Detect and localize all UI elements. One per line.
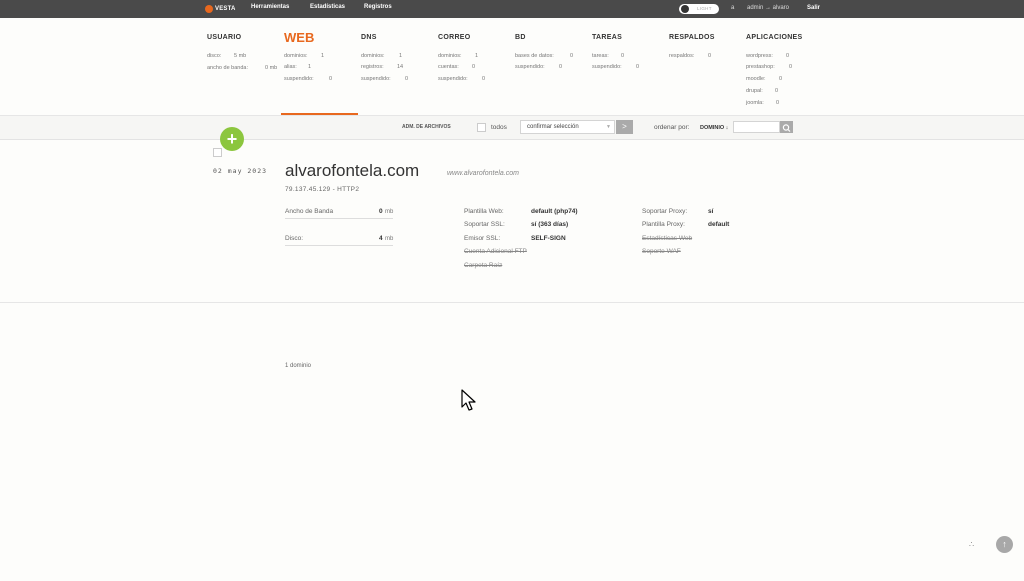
proxy-value: sí bbox=[708, 208, 714, 215]
chevron-down-icon: ▼ bbox=[606, 124, 611, 130]
menu-stat: disco: 5 mb bbox=[207, 53, 247, 59]
logout-link[interactable]: Salir bbox=[807, 5, 820, 11]
disk-unit: mb bbox=[385, 236, 394, 242]
search-input[interactable] bbox=[733, 121, 780, 133]
nav-estadisticas[interactable]: Estadísticas bbox=[310, 4, 345, 10]
menu-stat: suspendido: 0 bbox=[592, 64, 640, 70]
select-all-label: todos bbox=[491, 124, 507, 131]
search-button[interactable] bbox=[780, 121, 793, 133]
menu-stat: drupal: 0 bbox=[746, 88, 779, 94]
domain-count: 1 dominio bbox=[285, 363, 312, 369]
domain-alias: www.alvarofontela.com bbox=[447, 170, 519, 177]
user-initial[interactable]: a bbox=[731, 5, 734, 11]
menu-usuario[interactable]: USUARIO bbox=[207, 34, 241, 41]
top-bar bbox=[0, 0, 1024, 18]
disk-value: 4 bbox=[379, 235, 383, 242]
sort-dropdown[interactable]: DOMINIO ↓ bbox=[700, 125, 728, 131]
add-domain-button[interactable]: + bbox=[220, 127, 244, 151]
menu-stat: dominios: 1 bbox=[361, 53, 403, 59]
menu-stat: joomla: 0 bbox=[746, 100, 780, 106]
search-icon bbox=[782, 124, 791, 132]
menu-stat: bases de datos: 0 bbox=[515, 53, 574, 59]
apply-button[interactable]: > bbox=[616, 120, 633, 134]
ssl-issuer-value: SELF-SIGN bbox=[531, 235, 566, 242]
menu-stat: alias: 1 bbox=[284, 64, 312, 70]
domain-ip: 79.137.45.129 - HTTP2 bbox=[285, 186, 360, 193]
ssl-value: sí (363 días) bbox=[531, 221, 569, 228]
menu-stat: moodle: 0 bbox=[746, 76, 783, 82]
row-checkbox[interactable] bbox=[213, 148, 222, 157]
nav-herramientas[interactable]: Herramientas bbox=[251, 4, 289, 10]
menu-dns[interactable]: DNS bbox=[361, 34, 377, 41]
select-all-checkbox[interactable] bbox=[477, 123, 486, 132]
vesta-logo[interactable]: VESTA bbox=[205, 4, 236, 14]
root-folder-label: Carpeta Raíz bbox=[464, 262, 503, 269]
menu-stat: ancho de banda: 0 mb bbox=[207, 65, 278, 71]
dots-icon[interactable]: ∴ bbox=[969, 540, 974, 549]
theme-toggle-label: LIGHT bbox=[697, 6, 712, 11]
menu-stat: suspendido: 0 bbox=[438, 76, 486, 82]
logo-icon bbox=[205, 5, 213, 13]
waf-label: Soporte WAF bbox=[642, 248, 681, 255]
scroll-top-button[interactable]: ↑ bbox=[996, 536, 1013, 553]
menu-stat: respaldos: 0 bbox=[669, 53, 712, 59]
toggle-knob-icon bbox=[681, 5, 689, 13]
ssl-label: Soportar SSL: bbox=[464, 221, 505, 228]
menu-bd[interactable]: BD bbox=[515, 34, 526, 41]
sort-label: ordenar por: bbox=[654, 124, 690, 131]
bulk-action-select[interactable]: confirmar selección bbox=[520, 120, 615, 134]
menu-tareas[interactable]: TAREAS bbox=[592, 34, 622, 41]
menu-stat: dominios: 1 bbox=[438, 53, 479, 59]
menu-stat: wordpress: 0 bbox=[746, 53, 790, 59]
menu-stat: suspendido: 0 bbox=[515, 64, 563, 70]
ftp-account-label: Cuenta Adicional FTP bbox=[464, 248, 527, 255]
menu-web[interactable]: WEB bbox=[284, 30, 314, 45]
toolbar bbox=[0, 116, 1024, 140]
menu-stat: suspendido: 0 bbox=[361, 76, 409, 82]
menu-stat: prestashop: 0 bbox=[746, 64, 793, 70]
menu-stat: dominios: 1 bbox=[284, 53, 325, 59]
nav-registros[interactable]: Registros bbox=[364, 4, 392, 10]
domain-name[interactable]: alvarofontela.com bbox=[285, 161, 419, 181]
bandwidth-label: Ancho de Banda bbox=[285, 208, 334, 215]
proxy-template-label: Plantilla Proxy: bbox=[642, 221, 685, 228]
divider bbox=[285, 218, 393, 219]
proxy-template-value: default bbox=[708, 221, 730, 228]
proxy-label: Soportar Proxy: bbox=[642, 208, 688, 215]
menu-stat: tareas: 0 bbox=[592, 53, 625, 59]
menu-correo[interactable]: CORREO bbox=[438, 34, 471, 41]
ssl-issuer-label: Emisor SSL: bbox=[464, 235, 501, 242]
divider bbox=[285, 245, 393, 246]
logo-text: VESTA bbox=[215, 6, 236, 12]
menu-stat: registros: 14 bbox=[361, 64, 404, 70]
menu-stat: cuentas: 0 bbox=[438, 64, 476, 70]
bandwidth-value: 0 bbox=[379, 208, 383, 215]
web-template-label: Plantilla Web: bbox=[464, 208, 504, 215]
menu-aplicaciones[interactable]: APLICACIONES bbox=[746, 34, 803, 41]
bandwidth-unit: mb bbox=[385, 209, 394, 215]
divider bbox=[0, 302, 1024, 303]
menu-stat: suspendido: 0 bbox=[284, 76, 333, 82]
domain-date: 02 may 2023 bbox=[213, 167, 268, 175]
user-link[interactable]: admin → alvaro bbox=[747, 5, 789, 11]
web-template-value: default (php74) bbox=[531, 208, 578, 215]
mouse-cursor-icon bbox=[461, 389, 476, 411]
web-stats-label: Estadísticas Web bbox=[642, 235, 693, 242]
disk-label: Disco: bbox=[285, 235, 304, 242]
menu-respaldos[interactable]: RESPALDOS bbox=[669, 34, 715, 41]
file-manager-link[interactable]: ADM. DE ARCHIVOS bbox=[402, 124, 451, 130]
